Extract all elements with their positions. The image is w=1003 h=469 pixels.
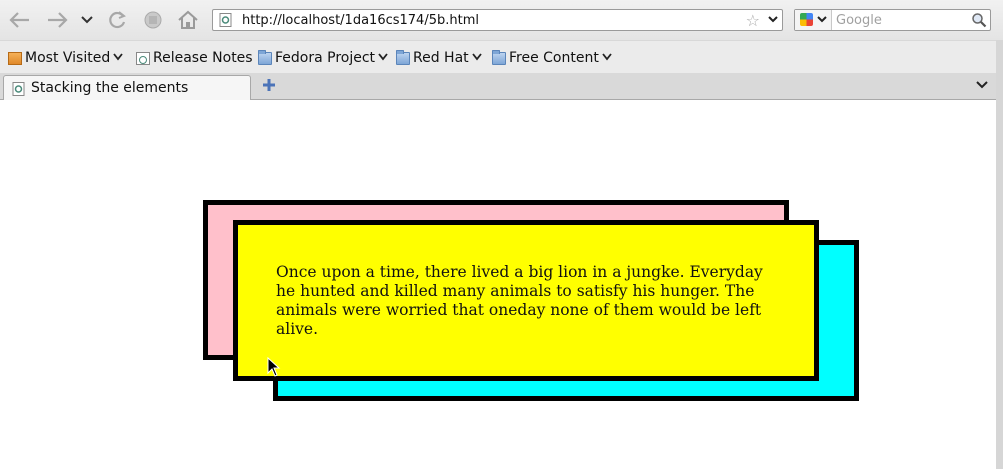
tab-strip: Stacking the elements — [0, 73, 1003, 100]
bookmark-most-visited[interactable]: Most Visited — [8, 49, 123, 67]
bookmark-red-hat[interactable]: Red Hat — [396, 49, 482, 67]
bookmark-label: Free Content — [509, 50, 599, 66]
most-visited-icon — [8, 51, 22, 65]
folder-icon — [492, 49, 506, 65]
mouse-cursor-icon — [267, 356, 281, 381]
yellow-box: Once upon a time, there lived a big lion… — [233, 220, 819, 381]
page-icon — [136, 51, 150, 65]
page-favicon-icon — [12, 82, 26, 100]
folder-icon — [396, 49, 410, 65]
search-input[interactable] — [836, 10, 966, 30]
history-dropdown-icon[interactable] — [74, 8, 100, 32]
site-favicon-icon — [219, 13, 233, 27]
bookmark-label: Release Notes — [153, 50, 253, 66]
url-bar[interactable]: http://localhost/1da16cs174/5b.html ☆ — [212, 9, 783, 31]
page-content: Once upon a time, there lived a big lion… — [0, 100, 996, 469]
story-paragraph: Once upon a time, there lived a big lion… — [276, 263, 763, 338]
bookmark-free-content[interactable]: Free Content — [492, 49, 612, 67]
forward-icon[interactable] — [44, 8, 70, 32]
tab-title: Stacking the elements — [31, 80, 189, 96]
tab-stacking-the-elements[interactable]: Stacking the elements — [3, 75, 251, 100]
tab-list-icon[interactable] — [976, 79, 988, 92]
home-icon[interactable] — [175, 8, 201, 32]
folder-icon — [258, 49, 272, 65]
bookmark-label: Fedora Project — [275, 50, 376, 66]
chevron-down-icon — [817, 14, 827, 27]
chevron-down-icon — [471, 52, 482, 64]
bookmarks-toolbar: Most Visited Release Notes Fedora Projec… — [0, 40, 1003, 74]
new-tab-icon[interactable] — [262, 76, 276, 97]
chevron-down-icon — [113, 52, 123, 64]
bookmark-star-icon[interactable]: ☆ — [746, 11, 760, 30]
reload-icon[interactable] — [104, 8, 130, 32]
url-dropdown-icon[interactable] — [768, 12, 778, 29]
bookmark-label: Red Hat — [413, 50, 469, 66]
search-engine-selector[interactable] — [795, 10, 832, 30]
search-bar — [794, 9, 991, 31]
back-icon[interactable] — [7, 8, 33, 32]
chevron-down-icon — [378, 52, 388, 64]
chevron-down-icon — [602, 52, 612, 64]
magnifier-icon[interactable] — [971, 12, 987, 32]
bookmark-release-notes[interactable]: Release Notes — [136, 49, 253, 67]
bookmark-label: Most Visited — [25, 50, 111, 66]
stop-icon[interactable] — [140, 8, 166, 32]
bookmark-fedora-project[interactable]: Fedora Project — [258, 49, 388, 67]
google-icon — [800, 13, 813, 26]
navigation-toolbar: http://localhost/1da16cs174/5b.html ☆ — [0, 0, 1003, 40]
window-edge — [996, 40, 1003, 469]
url-text[interactable]: http://localhost/1da16cs174/5b.html — [242, 13, 479, 28]
